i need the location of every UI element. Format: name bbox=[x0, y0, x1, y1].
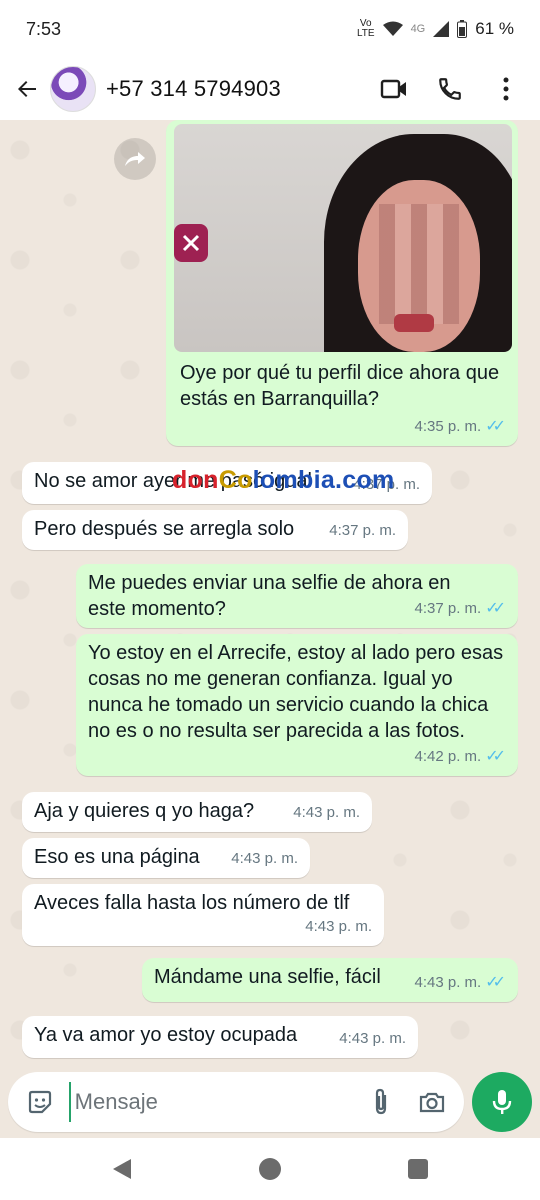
volte-indicator: Vo LTE bbox=[356, 18, 375, 39]
shared-photo[interactable] bbox=[174, 124, 512, 352]
nav-back-button[interactable] bbox=[108, 1155, 136, 1183]
message-time: 4:35 p. m. bbox=[414, 418, 482, 435]
camera-button[interactable] bbox=[413, 1082, 450, 1122]
contact-name[interactable]: +57 314 5794903 bbox=[106, 76, 360, 102]
message-text: Yo estoy en el Arrecife, estoy al lado p… bbox=[88, 642, 504, 742]
signal-icon bbox=[433, 21, 450, 37]
message-text: Ya va amor yo estoy ocupada bbox=[34, 1024, 298, 1046]
contact-avatar[interactable] bbox=[50, 66, 96, 112]
message-text: Pero después se arregla solo bbox=[34, 518, 295, 540]
forward-button[interactable] bbox=[114, 138, 156, 180]
photo-pixelation bbox=[379, 204, 459, 324]
message-bubble-incoming[interactable]: Pero después se arregla solo 4:37 p. m. bbox=[22, 510, 408, 550]
nav-recents-icon bbox=[408, 1159, 428, 1179]
watermark-logo: donColombia.com bbox=[172, 466, 395, 494]
message-meta: 4:37 p. m. ✓✓ bbox=[414, 596, 506, 622]
read-ticks-icon: ✓✓ bbox=[485, 974, 506, 991]
status-bar: 7:53 Vo LTE 4G 61 % bbox=[0, 0, 540, 58]
status-time: 7:53 bbox=[26, 18, 62, 39]
photo-lips bbox=[394, 314, 434, 332]
nav-home-icon bbox=[259, 1158, 281, 1180]
message-meta: 4:43 p. m. bbox=[231, 846, 298, 872]
voice-call-button[interactable] bbox=[428, 67, 472, 111]
battery-level: 61 % bbox=[475, 19, 514, 38]
forward-icon bbox=[125, 152, 145, 166]
message-bubble-incoming[interactable]: Eso es una página 4:43 p. m. bbox=[22, 838, 310, 878]
message-text: Eso es una página bbox=[34, 846, 200, 868]
message-meta: 4:43 p. m. bbox=[305, 914, 372, 940]
message-time: 4:37 p. m. bbox=[329, 522, 396, 539]
message-meta: 4:35 p. m. ✓✓ bbox=[414, 414, 506, 440]
message-meta: 4:42 p. m. ✓✓ bbox=[414, 744, 506, 770]
nav-back-icon bbox=[113, 1159, 131, 1179]
status-icons: Vo LTE 4G 61 % bbox=[357, 19, 514, 39]
message-time: 4:42 p. m. bbox=[414, 748, 482, 765]
message-time: 4:43 p. m. bbox=[414, 974, 482, 991]
message-time: 4:43 p. m. bbox=[305, 918, 372, 935]
nav-recents-button[interactable] bbox=[404, 1155, 432, 1183]
paperclip-icon bbox=[375, 1088, 387, 1115]
nav-home-button[interactable] bbox=[256, 1155, 284, 1183]
message-bubble-incoming[interactable]: Aja y quieres q yo haga? 4:43 p. m. bbox=[22, 792, 372, 832]
sticker-button[interactable] bbox=[22, 1082, 59, 1122]
message-meta: 4:37 p. m. bbox=[329, 518, 396, 544]
message-bubble-outgoing[interactable]: Yo estoy en el Arrecife, estoy al lado p… bbox=[76, 634, 518, 776]
battery-icon bbox=[457, 20, 468, 38]
message-bubble-incoming[interactable]: Aveces falla hasta los número de tlf 4:4… bbox=[22, 884, 384, 946]
message-composer bbox=[8, 1072, 464, 1132]
close-overlay-icon[interactable] bbox=[174, 224, 208, 262]
attach-button[interactable] bbox=[363, 1082, 400, 1122]
message-text: Aja y quieres q yo haga? bbox=[34, 800, 255, 822]
camera-icon bbox=[419, 1092, 444, 1113]
system-nav-bar bbox=[0, 1138, 540, 1200]
message-meta: 4:43 p. m. bbox=[339, 1026, 406, 1052]
message-time: 4:37 p. m. bbox=[414, 600, 482, 617]
network-type: 4G bbox=[410, 23, 426, 35]
message-meta: 4:43 p. m. ✓✓ bbox=[414, 970, 506, 996]
voice-message-button[interactable] bbox=[472, 1072, 532, 1132]
phone-icon bbox=[439, 78, 461, 100]
back-button[interactable] bbox=[12, 74, 42, 104]
message-bubble-outgoing[interactable]: Me puedes enviar una selfie de ahora en … bbox=[76, 564, 518, 628]
read-ticks-icon: ✓✓ bbox=[485, 600, 506, 617]
message-text: Oye por qué tu perfil dice ahora que est… bbox=[180, 362, 500, 410]
message-meta: 4:43 p. m. bbox=[293, 800, 360, 826]
message-bubble-outgoing[interactable]: Mándame una selfie, fácil 4:43 p. m. ✓✓ bbox=[142, 958, 518, 1002]
message-bubble-outgoing-image[interactable]: Oye por qué tu perfil dice ahora que est… bbox=[166, 120, 518, 446]
video-call-button[interactable] bbox=[372, 67, 416, 111]
message-text: Aveces falla hasta los número de tlf bbox=[34, 892, 350, 914]
message-text: Mándame una selfie, fácil bbox=[154, 966, 381, 988]
more-vert-icon bbox=[503, 77, 509, 101]
message-time: 4:43 p. m. bbox=[293, 804, 360, 821]
video-call-icon bbox=[380, 79, 406, 99]
message-time: 4:43 p. m. bbox=[339, 1030, 406, 1047]
chat-header: +57 314 5794903 bbox=[0, 58, 540, 120]
back-arrow-icon bbox=[18, 81, 36, 97]
more-options-button[interactable] bbox=[484, 67, 528, 111]
microphone-icon bbox=[492, 1090, 512, 1114]
sticker-icon bbox=[29, 1090, 52, 1114]
wifi-icon bbox=[382, 21, 403, 36]
message-bubble-incoming[interactable]: Ya va amor yo estoy ocupada 4:43 p. m. bbox=[22, 1016, 418, 1058]
read-ticks-icon: ✓✓ bbox=[485, 748, 506, 765]
chat-messages[interactable]: Oye por qué tu perfil dice ahora que est… bbox=[0, 120, 540, 1072]
message-input[interactable] bbox=[68, 1082, 363, 1122]
read-ticks-icon: ✓✓ bbox=[485, 418, 506, 435]
message-time: 4:43 p. m. bbox=[231, 850, 298, 867]
